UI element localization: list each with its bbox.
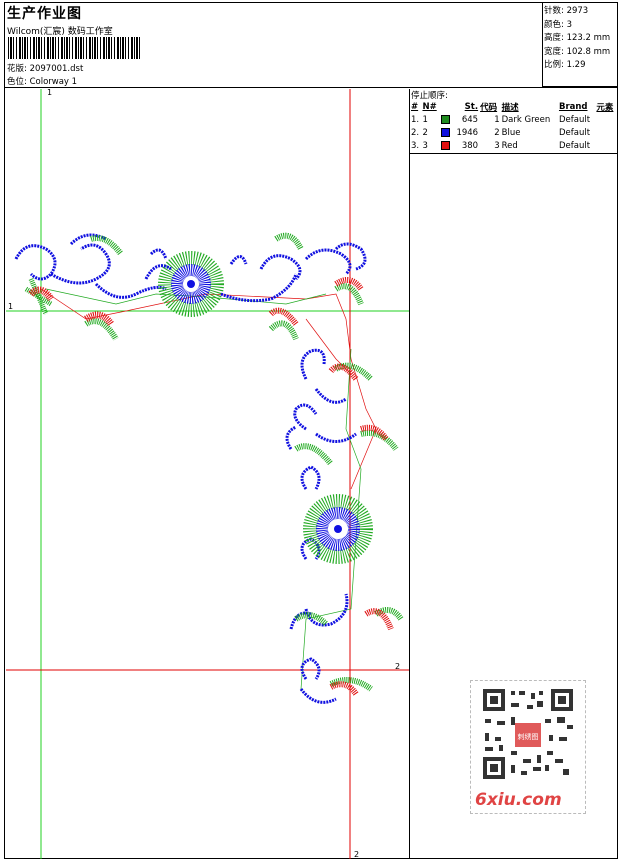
guide-label-green-v: 1 — [47, 89, 52, 97]
color-swatch — [440, 140, 450, 150]
colorway: 色位: Colorway 1 — [7, 77, 78, 87]
qr-code-icon: 刺绣图 — [481, 687, 575, 781]
design-height: 高度: 123.2 mm — [544, 33, 611, 44]
row-brand: Default — [558, 114, 591, 125]
flower-top — [158, 251, 224, 317]
col-stitches: St. — [464, 101, 479, 112]
table-row[interactable]: 2. 2 1946 2 Blue Default — [410, 126, 617, 139]
table-header-row: # N# St. 代码 描述 Brand 元素 — [410, 100, 617, 113]
color-swatch — [440, 114, 450, 124]
col-brand: Brand — [558, 101, 588, 112]
col-desc: 描述 — [501, 102, 519, 113]
row-needle: 1 — [422, 114, 428, 125]
row-code: 1 — [494, 114, 500, 125]
row-brand: Default — [558, 140, 591, 151]
row-desc: Blue — [501, 127, 521, 138]
design-preview[interactable]: 1 1 2 2 — [6, 89, 410, 859]
design-file: 花版: 2097001.dst — [7, 64, 84, 74]
row-index: 3. — [411, 140, 420, 151]
guide-label-red-h: 2 — [395, 662, 400, 671]
row-desc: Dark Green — [501, 114, 551, 125]
color-swatch — [440, 127, 450, 137]
stitch-count: 针数: 2973 — [544, 6, 589, 16]
row-stitches: 1946 — [456, 127, 479, 138]
row-brand: Default — [558, 127, 591, 138]
barcode — [8, 37, 140, 59]
stop-sequence-panel: 停止顺序: # N# St. 代码 描述 Brand 元素 1. 1 645 1… — [410, 89, 617, 154]
flower-right — [303, 494, 373, 564]
col-element: 元素 — [596, 102, 614, 113]
row-code: 3 — [494, 140, 500, 151]
color-count: 颜色: 3 — [544, 19, 572, 30]
table-row[interactable]: 3. 3 380 3 Red Default — [410, 139, 617, 152]
row-stitches: 380 — [461, 140, 479, 151]
embroidery-canvas: 1 1 2 2 — [6, 89, 409, 859]
table-row[interactable]: 1. 1 645 1 Dark Green Default — [410, 113, 617, 126]
design-stats: 针数: 2973 颜色: 3 高度: 123.2 mm 宽度: 102.8 mm… — [542, 3, 618, 87]
qr-stamp-text: 刺绣图 — [518, 732, 539, 741]
motif-top-left — [14, 233, 167, 341]
design-ratio: 比例: 1.29 — [544, 60, 586, 71]
row-needle: 3 — [422, 140, 428, 151]
row-index: 2. — [411, 127, 420, 138]
page-title: 生产作业图 — [7, 6, 82, 22]
company-name: Wilcom(汇宸) 数码工作室 — [7, 27, 113, 37]
stop-sequence-table: # N# St. 代码 描述 Brand 元素 1. 1 645 1 Dark … — [410, 100, 617, 152]
header-divider — [4, 87, 618, 88]
row-stitches: 645 — [461, 114, 479, 125]
row-index: 1. — [411, 114, 420, 125]
stop-table-divider — [410, 153, 617, 154]
design-width: 宽度: 102.8 mm — [544, 46, 611, 57]
col-code: 代码 — [480, 102, 498, 113]
col-index: # — [411, 101, 419, 112]
row-code: 2 — [494, 127, 500, 138]
guide-label-red-v: 2 — [354, 850, 359, 859]
guide-label-green-h: 1 — [8, 302, 13, 311]
col-needle: N# — [422, 101, 437, 112]
row-needle: 2 — [422, 127, 428, 138]
motif-right-leaves — [294, 362, 404, 696]
site-watermark-logo: 6xiu.com — [475, 790, 562, 810]
row-desc: Red — [501, 140, 518, 151]
